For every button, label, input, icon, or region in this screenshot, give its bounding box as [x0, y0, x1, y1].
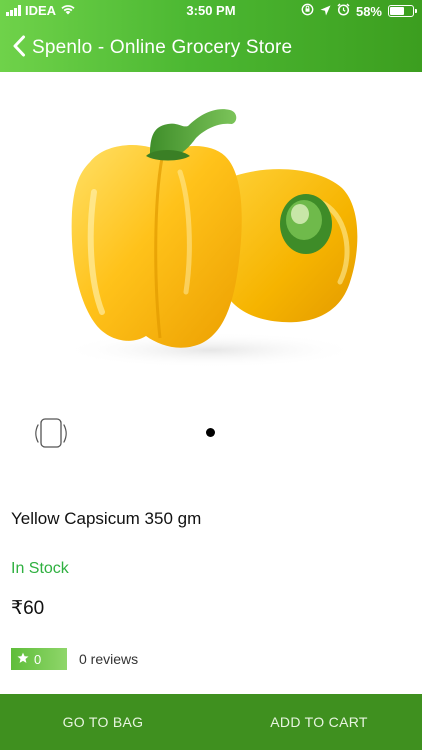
battery-percent: 58% [355, 3, 382, 19]
device-rotate-icon[interactable] [34, 416, 68, 450]
rating-badge[interactable]: 0 [11, 648, 67, 670]
status-right: 58% [301, 3, 417, 19]
product-gallery[interactable] [0, 72, 422, 472]
stock-status: In Stock [11, 560, 69, 577]
pagination-dot[interactable] [206, 428, 215, 437]
chevron-left-icon [12, 35, 26, 62]
product-price: ₹60 [11, 598, 45, 619]
status-bar: IDEA 3:50 PM 58% [0, 0, 422, 22]
add-to-cart-button[interactable]: ADD TO CART [206, 694, 422, 750]
nav-bar: Spenlo - Online Grocery Store [0, 30, 422, 66]
go-to-bag-button[interactable]: GO TO BAG [0, 694, 206, 750]
product-image [60, 109, 360, 368]
orientation-lock-icon [301, 3, 314, 19]
alarm-icon [337, 3, 350, 19]
bottom-action-bar: GO TO BAG ADD TO CART [0, 694, 422, 750]
star-icon [17, 652, 29, 667]
reviews-count[interactable]: 0 reviews [79, 651, 138, 667]
product-name: Yellow Capsicum 350 gm [11, 509, 202, 528]
battery-icon [388, 5, 417, 17]
page-title: Spenlo - Online Grocery Store [32, 37, 293, 58]
location-icon [320, 4, 331, 19]
app-header: IDEA 3:50 PM 58% Spenlo - Online Grocery… [0, 0, 422, 72]
back-button[interactable] [6, 30, 32, 66]
rating-value: 0 [34, 651, 42, 667]
